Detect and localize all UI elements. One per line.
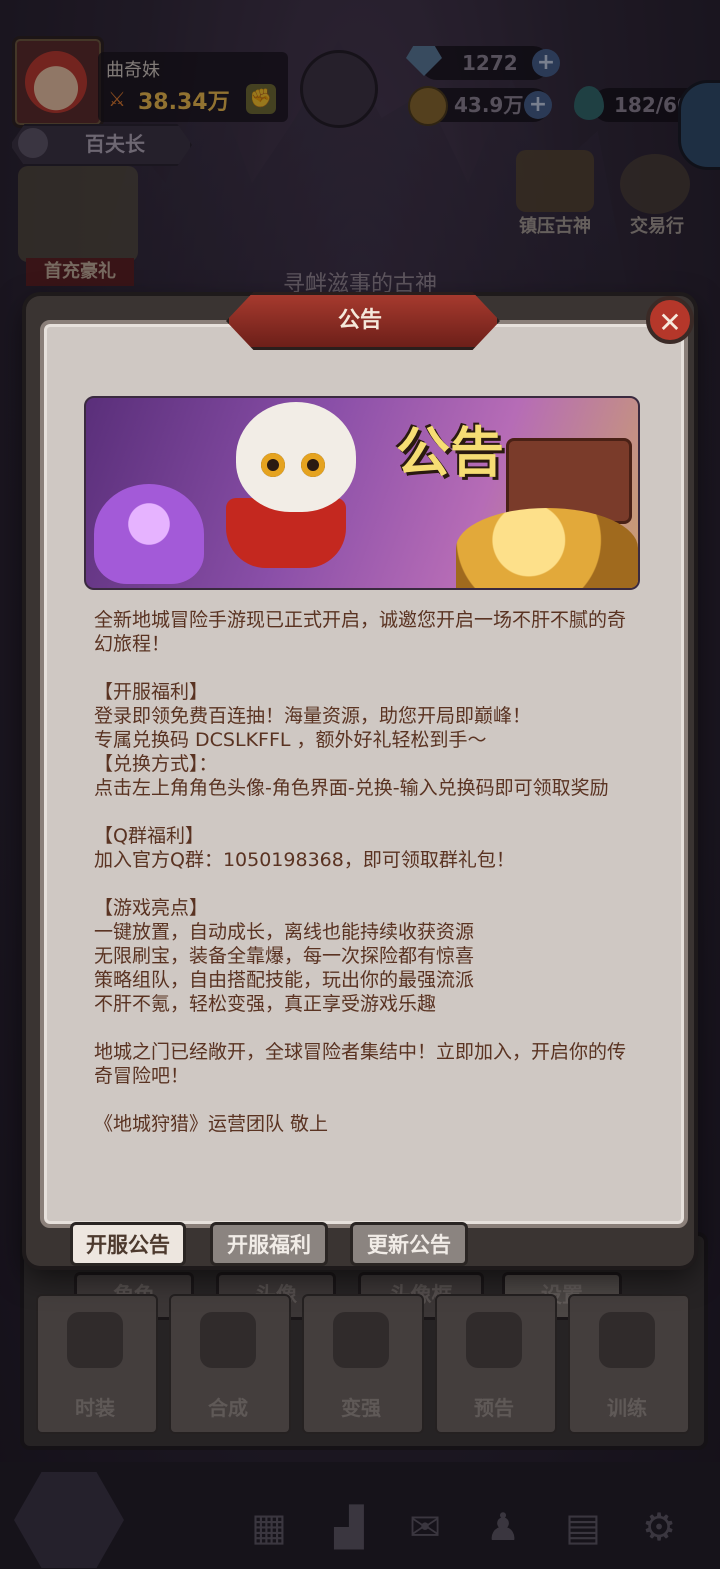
announcement-banner: 公告 bbox=[84, 396, 640, 590]
modal-title: 公告 bbox=[337, 308, 382, 333]
banner-headline: 公告 bbox=[396, 420, 504, 484]
text-line: 策略组队，自由搭配技能，玩出你的最强流派 bbox=[94, 969, 475, 991]
text-line: 点击左上角角色头像-角色界面-兑换-输入兑换码即可领取奖励 bbox=[94, 777, 609, 799]
redeem-code-line: 专属兑换码 DCSLKFFL ，额外好礼轻松到手～ bbox=[94, 729, 487, 751]
intro-line: 全新地城冒险手游现已正式开启，诚邀您开启一场不肝不腻的奇幻旅程！ bbox=[94, 609, 627, 655]
section-heading: 【兑换方式】： bbox=[94, 753, 218, 775]
masked-hero-illustration bbox=[236, 402, 356, 512]
close-button[interactable]: ✕ bbox=[646, 296, 694, 344]
closing-line: 地城之门已经敞开，全球冒险者集结中！立即加入，开启你的传奇冒险吧！ bbox=[94, 1041, 627, 1087]
purple-ghost-illustration bbox=[94, 484, 204, 584]
gold-pile-illustration bbox=[456, 508, 638, 588]
tab-open-notice[interactable]: 开服公告 bbox=[70, 1222, 186, 1266]
signature-line: 《地城狩猎》运营团队 敬上 bbox=[94, 1113, 329, 1135]
tab-update-notice[interactable]: 更新公告 bbox=[350, 1222, 468, 1266]
text-line: 无限刷宝，装备全靠爆，每一次探险都有惊喜 bbox=[94, 945, 475, 967]
text-line: 不肝不氪，轻松变强，真正享受游戏乐趣 bbox=[94, 993, 437, 1015]
section-heading: 【Q群福利】 bbox=[94, 825, 204, 847]
text-line: 一键放置，自动成长，离线也能持续收获资源 bbox=[94, 921, 475, 943]
section-heading: 【游戏亮点】 bbox=[94, 897, 209, 919]
tab-open-welfare[interactable]: 开服福利 bbox=[210, 1222, 328, 1266]
hero-eye-left bbox=[261, 453, 285, 477]
section-heading: 【开服福利】 bbox=[94, 681, 209, 703]
text-line: 登录即领免费百连抽！海量资源，助您开局即巅峰！ bbox=[94, 705, 532, 727]
hero-eye-right bbox=[301, 453, 325, 477]
announcement-text: 全新地城冒险手游现已正式开启，诚邀您开启一场不肝不腻的奇幻旅程！ 【开服福利】 … bbox=[94, 608, 634, 1136]
qq-group-line: 加入官方Q群：1050198368，即可领取群礼包！ bbox=[94, 849, 515, 871]
